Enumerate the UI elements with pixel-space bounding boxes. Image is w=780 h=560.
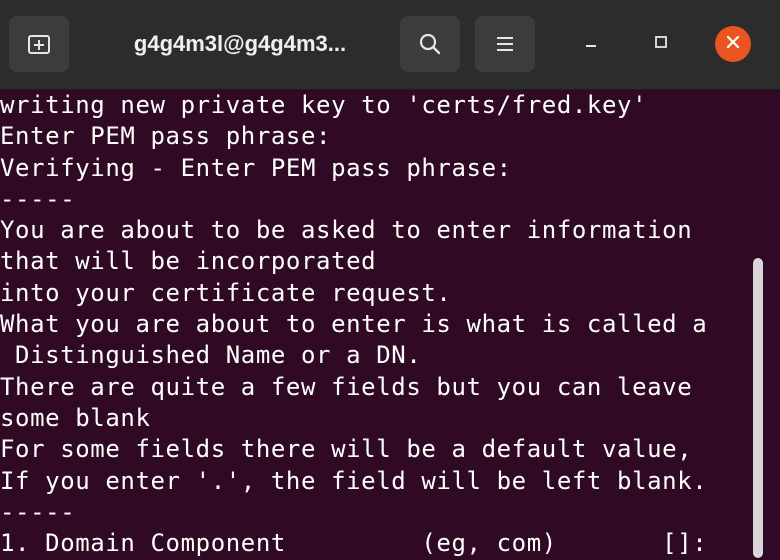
maximize-icon xyxy=(653,34,669,55)
terminal-line: ----- xyxy=(0,184,76,213)
menu-button[interactable] xyxy=(475,16,535,72)
close-button[interactable] xyxy=(715,26,751,62)
terminal-line: writing new private key to 'certs/fred.k… xyxy=(0,91,648,119)
minimize-button[interactable] xyxy=(573,26,609,62)
terminal-line: that will be incorporated xyxy=(0,247,377,276)
terminal-output[interactable]: writing new private key to 'certs/fred.k… xyxy=(0,90,780,560)
terminal-line: You are about to be asked to enter infor… xyxy=(0,216,693,245)
window-title: g4g4m3l@g4g4m3... xyxy=(133,31,347,56)
terminal-line: ----- xyxy=(0,497,76,526)
new-tab-icon xyxy=(26,31,52,57)
hamburger-menu-icon xyxy=(493,32,517,56)
search-button[interactable] xyxy=(400,16,460,72)
terminal-line: 1. Domain Component (eg, com) []: xyxy=(0,529,708,558)
title-bar: g4g4m3l@g4g4m3... xyxy=(0,0,780,90)
maximize-button[interactable] xyxy=(643,26,679,62)
terminal-line: Enter PEM pass phrase: xyxy=(0,122,332,151)
terminal-line: For some fields there will be a default … xyxy=(0,435,693,464)
terminal-line: If you enter '.', the field will be left… xyxy=(0,466,708,495)
terminal-line: into your certificate request. xyxy=(0,278,452,307)
vertical-scrollbar[interactable] xyxy=(753,258,763,558)
terminal-window: g4g4m3l@g4g4m3... writing new private ke… xyxy=(0,0,780,560)
terminal-line: What you are about to enter is what is c… xyxy=(0,310,708,339)
close-icon xyxy=(725,34,741,55)
terminal-line: There are quite a few fields but you can… xyxy=(0,372,693,401)
terminal-line: Distinguished Name or a DN. xyxy=(0,341,422,370)
search-icon xyxy=(417,31,443,57)
terminal-line: Verifying - Enter PEM pass phrase: xyxy=(0,153,512,182)
new-tab-button[interactable] xyxy=(9,16,69,72)
terminal-line: some blank xyxy=(0,403,151,432)
terminal-lines: writing new private key to 'certs/fred.k… xyxy=(0,90,707,559)
minimize-icon xyxy=(583,34,599,55)
